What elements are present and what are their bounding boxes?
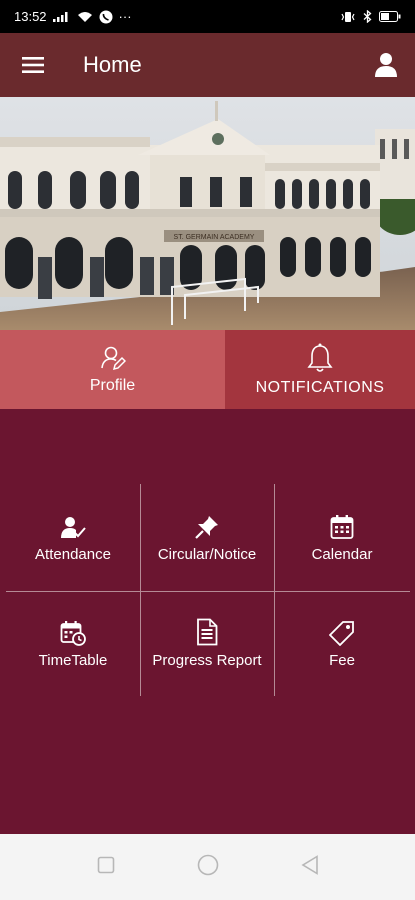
menu-attendance-label: Attendance: [35, 546, 111, 563]
home-button[interactable]: [197, 854, 219, 881]
bluetooth-icon: [363, 10, 372, 23]
account-button[interactable]: [357, 33, 415, 97]
back-button[interactable]: [300, 854, 319, 880]
menu-fee[interactable]: Fee: [274, 591, 410, 696]
recents-button[interactable]: [97, 856, 115, 879]
tab-notifications[interactable]: NOTIFICATIONS: [225, 330, 415, 409]
menu-calendar[interactable]: Calendar: [274, 484, 410, 591]
pushpin-icon: [195, 516, 218, 539]
tab-notifications-label: NOTIFICATIONS: [255, 378, 385, 396]
menu-button[interactable]: [0, 33, 66, 97]
tab-profile-label: Profile: [89, 376, 136, 394]
menu-circular-notice-label: Circular/Notice: [157, 546, 257, 563]
signal-icon: [52, 11, 71, 22]
circle-icon: [197, 854, 218, 875]
calendar-icon: [330, 515, 354, 539]
tab-profile[interactable]: Profile: [0, 330, 225, 409]
tab-bar: Profile NOTIFICATIONS: [0, 330, 415, 409]
menu-fee-label: Fee: [329, 652, 355, 669]
hamburger-icon: [22, 57, 44, 73]
status-more: ···: [118, 9, 132, 24]
menu-progress-report[interactable]: Progress Report: [140, 591, 274, 696]
menu-circular-notice[interactable]: Circular/Notice: [140, 484, 274, 591]
menu-timetable-label: TimeTable: [38, 652, 108, 669]
app-bar: Home: [0, 33, 415, 97]
status-bar: 13:52 ···: [0, 0, 415, 33]
battery-icon: [379, 11, 401, 22]
back-triangle-icon: [300, 854, 318, 875]
call-icon: [99, 10, 113, 24]
attendance-icon: [61, 517, 86, 538]
system-nav-bar: [0, 834, 415, 900]
vibrate-icon: [340, 11, 356, 23]
school-sign-text: ST. GERMAIN ACADEMY: [174, 234, 255, 241]
menu-attendance[interactable]: Attendance: [6, 484, 140, 591]
menu-calendar-label: Calendar: [311, 546, 373, 563]
menu-grid: Attendance Circular/Notice Calendar Time…: [6, 484, 410, 696]
menu-area: Attendance Circular/Notice Calendar Time…: [0, 409, 415, 834]
bell-icon: [307, 343, 333, 372]
status-time: 13:52: [14, 9, 47, 24]
menu-progress-report-label: Progress Report: [152, 652, 262, 669]
square-icon: [97, 856, 114, 873]
school-banner-image: ST. GERMAIN ACADEMY: [0, 97, 415, 330]
document-icon: [197, 618, 218, 646]
wifi-icon: [77, 11, 93, 23]
menu-timetable[interactable]: TimeTable: [6, 591, 140, 696]
page-title: Home: [83, 52, 142, 77]
profile-edit-icon: [100, 346, 126, 370]
tag-icon: [329, 621, 354, 646]
timetable-icon: [60, 621, 86, 646]
user-icon: [375, 53, 397, 77]
